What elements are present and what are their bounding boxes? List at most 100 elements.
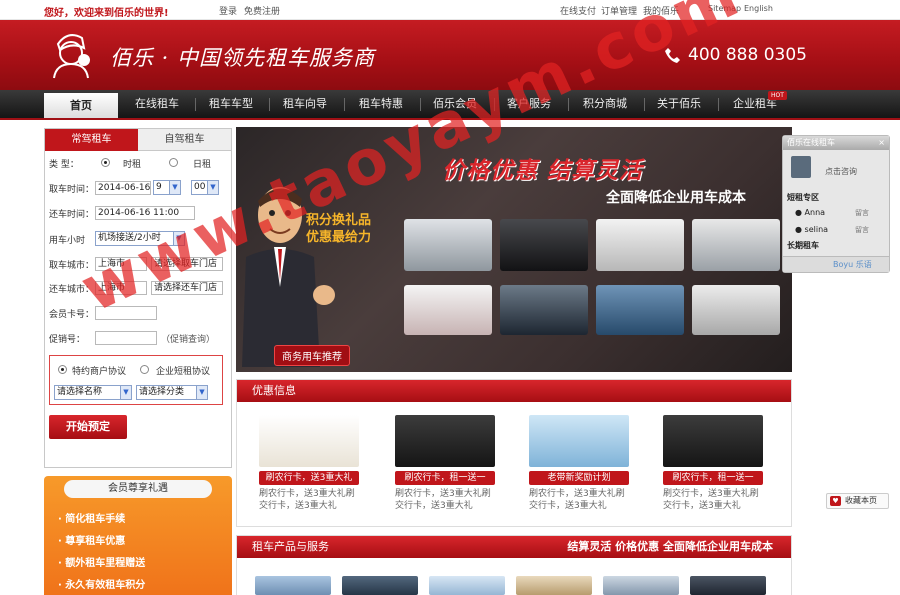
offer-card-caption[interactable]: 老带新奖励计划 xyxy=(529,471,629,485)
product-image[interactable] xyxy=(690,576,766,595)
product-image[interactable] xyxy=(516,576,592,595)
offer-card-caption[interactable]: 刷农行卡，租一送一 xyxy=(395,471,495,485)
booking-tabs: 常驾租车 自驾租车 xyxy=(45,129,231,151)
nav-members[interactable]: 佰乐会员 xyxy=(422,90,488,118)
nav-car-models[interactable]: 租车车型 xyxy=(198,90,264,118)
nav-specials[interactable]: 租车特惠 xyxy=(348,90,414,118)
english-link[interactable]: English xyxy=(744,4,773,13)
offer-card[interactable]: 刷农行卡，租一送一 刷交行卡，送3重大礼刷交行卡，送3重大礼 xyxy=(663,415,763,512)
member-benefits: 会员尊享礼遇 · 简化租车手续 · 尊享租车优惠 · 额外租车里程赠送 · 永久… xyxy=(44,476,232,595)
logo[interactable] xyxy=(44,28,96,82)
offer-card-image xyxy=(395,415,495,467)
radio-corporate[interactable] xyxy=(140,364,149,375)
return-city-label: 还车城市： xyxy=(49,285,95,295)
car-image xyxy=(596,219,684,271)
select-category[interactable]: 请选择分类 ▼ xyxy=(136,385,208,400)
chevron-down-icon: ▼ xyxy=(207,181,218,194)
tab-daily-rental[interactable]: 常驾租车 xyxy=(45,129,138,151)
nav-divider xyxy=(195,98,196,111)
car-gallery xyxy=(404,219,784,339)
hero-banner[interactable]: 价格优惠 结算灵活 全面降低企业用车成本 积分换礼品 优惠最给力 商务用车推荐 xyxy=(236,127,792,372)
chat-consult-link[interactable]: 点击咨询 xyxy=(825,166,857,177)
return-time-input[interactable]: 2014-06-16 11:00 xyxy=(95,206,195,220)
tab-self-drive[interactable]: 自驾租车 xyxy=(138,129,231,151)
phone-icon xyxy=(665,48,680,63)
member-card-input[interactable] xyxy=(95,306,157,320)
offer-card-caption[interactable]: 刷农行卡，送3重大礼 xyxy=(259,471,359,485)
product-image[interactable] xyxy=(342,576,418,595)
member-benefit-item[interactable]: · 简化租车手续 xyxy=(58,510,125,525)
offer-card-caption[interactable]: 刷农行卡，租一送一 xyxy=(663,471,763,485)
chevron-down-icon: ▼ xyxy=(173,232,184,245)
close-icon[interactable]: × xyxy=(878,136,885,150)
nav-divider xyxy=(568,98,569,111)
nav-divider xyxy=(269,98,270,111)
top-bar: 您好，欢迎来到佰乐的世界! 登录 免费注册 在线支付 订单管理 我的佰乐 Sit… xyxy=(0,0,900,20)
top-link-orders[interactable]: 订单管理 xyxy=(601,4,637,17)
agreement-box: 特约商户协议 企业短租协议 请选择名称 ▼ 请选择分类 ▼ xyxy=(49,355,223,405)
offer-card[interactable]: 刷农行卡，送3重大礼 刷农行卡，送3重大礼刷交行卡，送3重大礼 xyxy=(259,415,359,512)
top-link-pay[interactable]: 在线支付 xyxy=(560,4,596,17)
promo-code-input[interactable] xyxy=(95,331,157,345)
offer-card[interactable]: 老带新奖励计划 刷农行卡，送3重大礼刷交行卡，送3重大礼 xyxy=(529,415,629,512)
hours-label: 用车小时 xyxy=(49,236,86,246)
member-benefit-item[interactable]: · 额外租车里程赠送 xyxy=(58,554,145,569)
product-image[interactable] xyxy=(603,576,679,595)
agree-corp-label: 企业短租协议 xyxy=(156,367,211,377)
nav-divider xyxy=(344,98,345,111)
sitemap-link[interactable]: Sitemap xyxy=(708,4,741,13)
select-name[interactable]: 请选择名称 ▼ xyxy=(54,385,132,400)
pickup-time-label: 取车时间： xyxy=(49,185,95,195)
nav-home[interactable]: 首页 xyxy=(44,93,118,118)
hours-select[interactable]: 机场接送/2小时 ▼ xyxy=(95,231,185,246)
cartoon-mascot-icon xyxy=(242,187,335,367)
return-city-input[interactable]: 上海市 xyxy=(95,281,147,295)
hot-badge: HOT xyxy=(768,91,787,100)
car-image xyxy=(404,285,492,335)
agree-special-label: 特约商户协议 xyxy=(72,367,127,377)
register-link[interactable]: 免费注册 xyxy=(244,4,280,17)
chat-leave-message[interactable]: 留言 xyxy=(855,208,869,218)
login-link[interactable]: 登录 xyxy=(219,4,237,17)
top-link-my[interactable]: 我的佰乐 xyxy=(643,4,679,17)
banner-points-promo: 积分换礼品 优惠最给力 xyxy=(306,213,372,245)
offer-card-image xyxy=(259,415,359,467)
nav-online-rental[interactable]: 在线租车 xyxy=(124,90,190,118)
nav-about[interactable]: 关于佰乐 xyxy=(646,90,712,118)
promo-query-link[interactable]: （促销查询） xyxy=(161,332,215,345)
offer-card[interactable]: 刷农行卡，租一送一 刷农行卡，送3重大礼刷交行卡，送3重大礼 xyxy=(395,415,495,512)
chat-leave-message[interactable]: 留言 xyxy=(855,225,869,235)
pickup-city-input[interactable]: 上海市 xyxy=(95,257,147,271)
nav-points-mall[interactable]: 积分商城 xyxy=(572,90,638,118)
chat-title: 佰乐在线租车 xyxy=(787,138,835,147)
pickup-store-input[interactable]: 请选择取车门店 xyxy=(151,257,223,271)
car-image xyxy=(500,285,588,335)
offers-title: 优惠信息 xyxy=(252,384,296,397)
start-booking-button[interactable]: 开始预定 xyxy=(49,415,127,439)
return-store-input[interactable]: 请选择还车门店 xyxy=(151,281,223,295)
add-favorite-button[interactable]: ♥ 收藏本页 xyxy=(826,493,889,509)
radio-special-merchant[interactable] xyxy=(58,364,67,375)
product-image[interactable] xyxy=(255,576,331,595)
chat-agent[interactable]: ● selina xyxy=(795,225,828,234)
member-benefit-item[interactable]: · 尊享租车优惠 xyxy=(58,532,125,547)
nav-guide[interactable]: 租车向导 xyxy=(272,90,338,118)
nav-divider xyxy=(718,98,719,111)
nav-service[interactable]: 客户服务 xyxy=(496,90,562,118)
pickup-date-input[interactable]: 2014-06-16 xyxy=(95,181,151,195)
radio-daily[interactable] xyxy=(169,157,178,168)
product-image[interactable] xyxy=(429,576,505,595)
type-daily-label: 日租 xyxy=(193,160,212,170)
pickup-minute-select[interactable]: 00 ▼ xyxy=(191,180,219,195)
offer-card-image xyxy=(529,415,629,467)
car-image xyxy=(692,285,780,335)
chat-header[interactable]: 佰乐在线租车 × xyxy=(783,136,889,150)
radio-hourly[interactable] xyxy=(101,157,110,168)
pickup-hour-select[interactable]: 9 ▼ xyxy=(153,180,181,195)
member-benefit-item[interactable]: · 永久有效租车积分 xyxy=(58,576,145,591)
booking-panel: 常驾租车 自驾租车 类 型： 时租 日租 取车时间： 2014-06-16 9 ▼… xyxy=(44,128,232,468)
car-image xyxy=(404,219,492,271)
chat-agent[interactable]: ● Anna xyxy=(795,208,825,217)
business-car-tag[interactable]: 商务用车推荐 xyxy=(274,345,350,366)
nav-divider xyxy=(494,98,495,111)
